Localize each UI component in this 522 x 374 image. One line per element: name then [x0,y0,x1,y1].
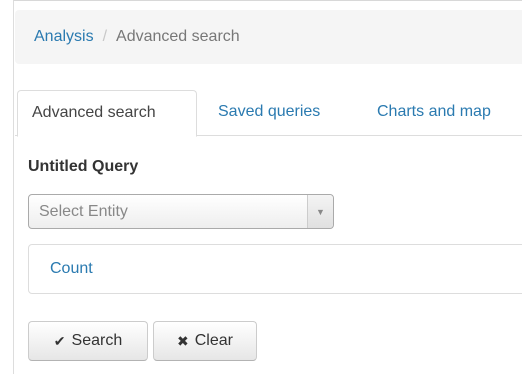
entity-select[interactable]: Select Entity ▼ [28,194,334,229]
search-button[interactable]: ✔ Search [28,321,148,361]
count-panel: Count [28,244,522,294]
breadcrumb-current: Advanced search [116,28,240,45]
main-container: Analysis / Advanced search Advanced sear… [13,0,522,374]
entity-select-placeholder: Select Entity [39,202,128,220]
query-title: Untitled Query [28,158,139,175]
clear-button[interactable]: ✖ Clear [153,321,257,361]
clear-button-label: Clear [194,332,233,349]
tab-charts-and-map[interactable]: Charts and map [363,90,505,136]
breadcrumb-separator: / [102,28,108,45]
tab-advanced-search[interactable]: Advanced search [17,90,197,137]
breadcrumb-link-analysis[interactable]: Analysis [34,28,94,46]
x-icon: ✖ [177,332,189,349]
check-icon: ✔ [53,332,66,349]
tab-bar: Advanced search Saved queries Charts and… [15,90,522,137]
count-link[interactable]: Count [50,260,93,278]
tab-saved-queries[interactable]: Saved queries [204,90,334,136]
chevron-down-icon[interactable]: ▼ [307,195,333,228]
search-button-label: Search [71,332,123,349]
breadcrumb: Analysis / Advanced search [15,10,522,64]
